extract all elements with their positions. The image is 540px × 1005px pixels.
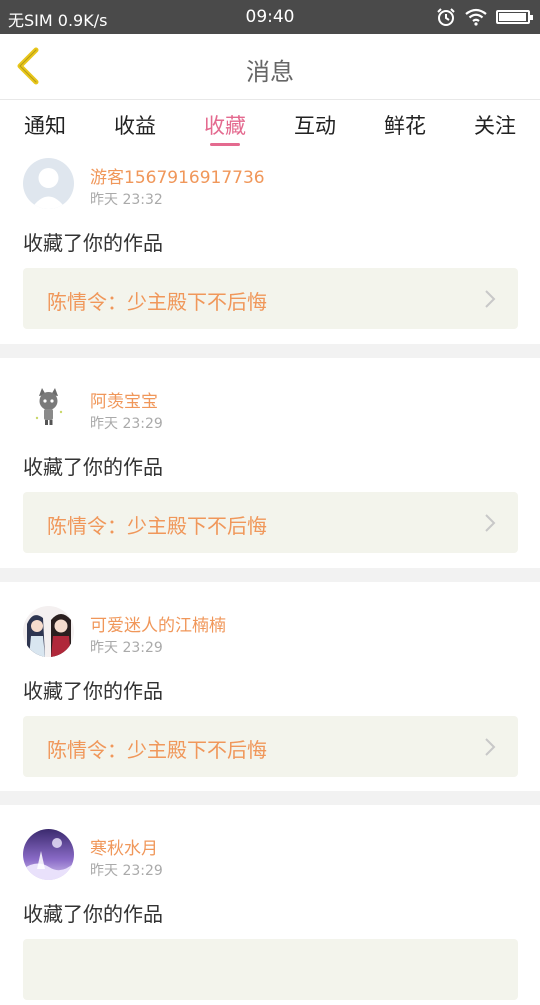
work-card[interactable]	[23, 939, 518, 1000]
page-title: 消息	[246, 58, 294, 86]
username[interactable]: 寒秋水月	[90, 834, 158, 859]
alarm-icon	[437, 8, 455, 26]
anime-pair-avatar-icon	[23, 606, 74, 657]
chevron-right-icon	[485, 290, 496, 308]
avatar[interactable]	[23, 382, 74, 433]
username[interactable]: 阿羡宝宝	[90, 387, 158, 412]
list-item: 游客1567916917736 昨天 23:32 收藏了你的作品 陈情令：少主殿…	[0, 148, 540, 344]
username[interactable]: 游客1567916917736	[90, 163, 265, 188]
wifi-icon	[465, 8, 487, 26]
cartoon-cat-avatar-icon	[23, 382, 74, 433]
action-text: 收藏了你的作品	[23, 231, 163, 255]
header-bar: 消息	[0, 34, 540, 100]
work-card[interactable]: 陈情令：少主殿下不后悔	[23, 268, 518, 329]
tab-earnings[interactable]: 收益	[90, 110, 180, 140]
work-title: 陈情令：少主殿下不后悔	[47, 738, 267, 762]
default-avatar-icon	[23, 158, 74, 209]
purple-night-avatar-icon	[23, 829, 74, 880]
battery-icon	[496, 10, 533, 24]
tab-flowers[interactable]: 鲜花	[360, 110, 450, 140]
work-card[interactable]: 陈情令：少主殿下不后悔	[23, 716, 518, 777]
tab-interactions[interactable]: 互动	[270, 110, 360, 140]
divider	[0, 568, 540, 582]
timestamp: 昨天 23:29	[90, 416, 163, 432]
tab-follows[interactable]: 关注	[450, 110, 540, 140]
divider	[0, 791, 540, 805]
work-title: 陈情令：少主殿下不后悔	[47, 290, 267, 314]
username[interactable]: 可爱迷人的江楠楠	[90, 611, 226, 636]
timestamp: 昨天 23:32	[90, 192, 163, 208]
timestamp: 昨天 23:29	[90, 863, 163, 879]
battery-fill	[499, 13, 526, 21]
status-icons	[436, 6, 533, 28]
avatar[interactable]	[23, 158, 74, 209]
timestamp: 昨天 23:29	[90, 640, 163, 656]
chevron-right-icon	[485, 514, 496, 532]
active-tab-indicator	[210, 143, 240, 146]
list-item: 可爱迷人的江楠楠 昨天 23:29 收藏了你的作品 陈情令：少主殿下不后悔	[0, 582, 540, 791]
chevron-right-icon	[485, 738, 496, 756]
action-text: 收藏了你的作品	[23, 679, 163, 703]
divider	[0, 344, 540, 358]
tab-notifications[interactable]: 通知	[0, 110, 90, 140]
work-title: 陈情令：少主殿下不后悔	[47, 514, 267, 538]
status-bar: 无SIM 0.9K/s 09:40	[0, 0, 540, 34]
action-text: 收藏了你的作品	[23, 902, 163, 926]
action-text: 收藏了你的作品	[23, 455, 163, 479]
list-item: 寒秋水月 昨天 23:29 收藏了你的作品	[0, 805, 540, 1005]
avatar[interactable]	[23, 829, 74, 880]
tab-favorites[interactable]: 收藏	[180, 110, 270, 140]
avatar[interactable]	[23, 606, 74, 657]
work-card[interactable]: 陈情令：少主殿下不后悔	[23, 492, 518, 553]
message-list: 游客1567916917736 昨天 23:32 收藏了你的作品 陈情令：少主殿…	[0, 148, 540, 1005]
tab-bar: 通知 收益 收藏 互动 鲜花 关注	[0, 100, 540, 148]
list-item: 阿羡宝宝 昨天 23:29 收藏了你的作品 陈情令：少主殿下不后悔	[0, 358, 540, 568]
